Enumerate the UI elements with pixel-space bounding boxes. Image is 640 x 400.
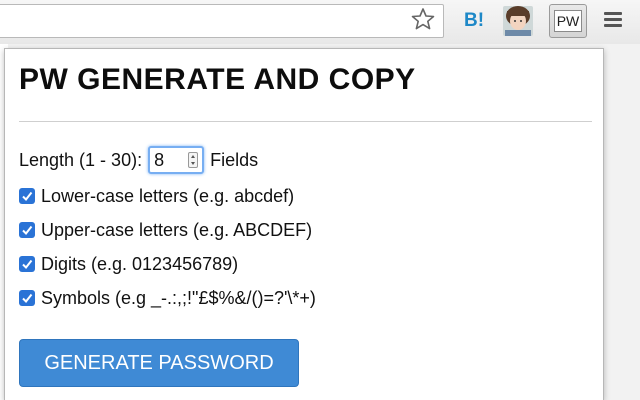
generate-password-button[interactable]: GENERATE PASSWORD: [19, 339, 299, 387]
length-stepper[interactable]: [148, 146, 205, 174]
digits-checkbox[interactable]: [19, 256, 35, 272]
length-input[interactable]: [152, 149, 193, 171]
option-label: Lower-case letters (e.g. abcdef): [41, 186, 295, 206]
option-label: Symbols (e.g _-.:,;!"£$%&/()=?'\*+): [41, 288, 316, 308]
option-label: Upper-case letters (e.g. ABCDEF): [41, 220, 313, 240]
star-icon[interactable]: [410, 6, 436, 32]
pw-extension-button[interactable]: PW: [549, 4, 587, 38]
divider: [19, 121, 592, 122]
length-label: Length (1 - 30):: [19, 150, 143, 170]
option-label: Digits (e.g. 0123456789): [41, 254, 239, 274]
fields-label: Fields: [210, 150, 259, 170]
menu-icon[interactable]: [604, 12, 622, 30]
check-icon: [22, 259, 33, 270]
extension-popup: PW GENERATE AND COPY Length (1 - 30): Fi…: [4, 48, 604, 400]
check-icon: [22, 191, 33, 202]
address-bar[interactable]: [0, 4, 444, 38]
option-digits[interactable]: Digits (e.g. 0123456789): [19, 251, 238, 277]
check-icon: [22, 225, 33, 236]
option-uppercase[interactable]: Upper-case letters (e.g. ABCDEF): [19, 217, 312, 243]
length-row: Length (1 - 30): Fields: [19, 145, 258, 175]
check-icon: [22, 293, 33, 304]
browser-toolbar: B! PW: [0, 0, 640, 44]
uppercase-checkbox[interactable]: [19, 222, 35, 238]
stepper-arrows-icon[interactable]: [188, 152, 199, 168]
option-symbols[interactable]: Symbols (e.g _-.:,;!"£$%&/()=?'\*+): [19, 285, 316, 311]
hatena-bookmark-icon[interactable]: B!: [461, 10, 487, 32]
symbols-checkbox[interactable]: [19, 290, 35, 306]
option-lowercase[interactable]: Lower-case letters (e.g. abcdef): [19, 183, 294, 209]
lowercase-checkbox[interactable]: [19, 188, 35, 204]
popup-title: PW GENERATE AND COPY: [19, 63, 416, 96]
avatar-icon[interactable]: [503, 6, 533, 36]
pw-extension-icon: PW: [554, 10, 582, 32]
